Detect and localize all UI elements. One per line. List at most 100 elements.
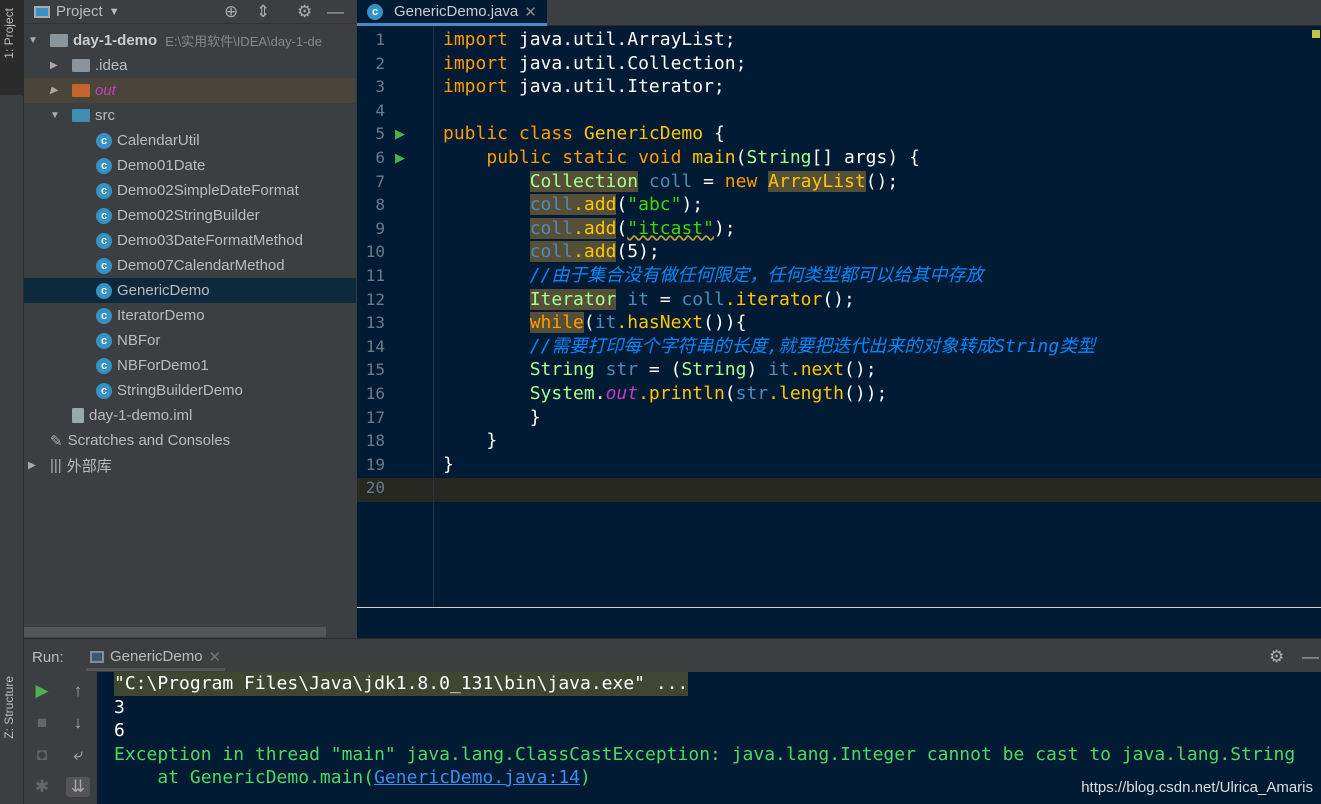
line-number: 7 (375, 171, 385, 191)
editor[interactable]: c GenericDemo.java ✕ ▶ ▶ 1 import java.ut… (357, 0, 1321, 638)
close-tab-icon[interactable]: ✕ (524, 3, 537, 21)
tree-item[interactable]: ✎ Scratches and Consoles (24, 428, 356, 453)
horizontal-scrollbar[interactable] (24, 627, 326, 637)
code-token: import (443, 29, 519, 50)
line-number: 10 (365, 242, 385, 262)
watermark: https://blog.csdn.net/Ulrica_Amaris (1081, 779, 1313, 796)
run-gutter-icon[interactable]: ▶ (395, 126, 405, 142)
locate-icon[interactable]: ⊕ (224, 2, 238, 22)
collapsed-arrow-icon[interactable]: ▶ (28, 460, 40, 471)
expanded-arrow-icon[interactable]: ▼ (50, 110, 62, 121)
dropdown-icon[interactable]: ▼ (109, 6, 120, 18)
code-line[interactable]: while(it.hasNext()){ (443, 311, 746, 335)
gear-icon[interactable]: ⚙ (1269, 647, 1284, 667)
code-token: .add (573, 194, 617, 216)
tree-item[interactable]: ▶ out (24, 78, 356, 103)
debug-icon[interactable]: ✱ (30, 777, 54, 797)
code-token: coll (638, 170, 693, 192)
tree-item[interactable]: c Demo07CalendarMethod (24, 253, 356, 278)
tree-item[interactable]: ▶ ||| 外部库 (24, 453, 356, 478)
tree-item[interactable]: c CalendarUtil (24, 128, 356, 153)
tree-item[interactable]: c Demo02SimpleDateFormat (24, 178, 356, 203)
code-line[interactable]: public static void main(String[] args) { (443, 146, 920, 170)
folder-icon (72, 84, 90, 97)
stop-icon[interactable]: ■ (30, 713, 54, 733)
code-line[interactable]: import java.util.ArrayList; (443, 28, 736, 52)
structure-tool-tab[interactable]: Z: Structure (2, 676, 16, 739)
gear-icon[interactable]: ⚙ (297, 2, 312, 22)
java-class-icon: c (96, 132, 112, 149)
tree-item[interactable]: c NBFor (24, 328, 356, 353)
line-number: 16 (365, 384, 385, 403)
source-link[interactable]: GenericDemo.java:14 (374, 767, 580, 788)
close-run-tab-icon[interactable]: ✕ (209, 648, 222, 666)
tree-item[interactable]: ▶ .idea (24, 53, 356, 78)
line-number: 14 (365, 336, 385, 356)
soft-wrap-icon[interactable]: ⤶ (66, 745, 90, 765)
code-line[interactable]: String str = (String) it.next(); (443, 358, 877, 382)
code-token: .length (768, 383, 845, 404)
line-number: 5 (375, 124, 385, 144)
project-view-selector[interactable]: Project (56, 3, 103, 20)
tree-item[interactable]: ▼ src (24, 103, 356, 128)
code-token: . (594, 383, 606, 404)
line-number: 4 (375, 100, 385, 120)
code-line[interactable]: } (443, 429, 497, 453)
tree-item[interactable]: c NBForDemo1 (24, 353, 356, 378)
tree-item[interactable]: ▼ day-1-demo E:\实用软件\IDEA\day-1-de (24, 28, 356, 53)
scroll-to-end-icon[interactable]: ⇊ (66, 777, 90, 797)
tree-item[interactable]: c Demo01Date (24, 153, 356, 178)
hide-icon[interactable]: — (327, 2, 344, 22)
tree-item[interactable]: c Demo02StringBuilder (24, 203, 356, 228)
code-line[interactable]: Collection coll = new ArrayList(); (443, 170, 898, 194)
code-line[interactable]: import java.util.Iterator; (443, 75, 725, 99)
code-token: ()); (844, 383, 888, 404)
code-line[interactable]: } (443, 406, 541, 430)
project-tool-tab[interactable]: 1: Project (2, 8, 16, 59)
code-line[interactable]: import java.util.Collection; (443, 52, 746, 76)
console-line: Exception in thread "main" java.lang.Cla… (114, 743, 1296, 765)
current-line-highlight (357, 478, 1321, 502)
code-token: .next (789, 359, 845, 381)
tree-item[interactable]: c GenericDemo (24, 278, 356, 303)
up-arrow-icon[interactable]: ↑ (66, 681, 90, 701)
camera-icon[interactable]: ◘ (30, 745, 54, 765)
tree-item[interactable]: day-1-demo.iml (24, 403, 356, 428)
code-line[interactable]: //需要打印每个字符串的长度,就要把迭代出来的对象转成String类型 (443, 335, 1096, 359)
collapsed-arrow-icon[interactable]: ▶ (50, 85, 62, 96)
console-icon (90, 650, 104, 663)
code-line[interactable]: public class GenericDemo { (443, 122, 725, 146)
tree-item[interactable]: c IteratorDemo (24, 303, 356, 328)
line-number: 17 (365, 407, 385, 427)
code-token: //由于集合没有做任何限定，任何类型都可以给其中存放 (529, 265, 984, 286)
code-line[interactable]: coll.add("abc"); (443, 193, 703, 217)
rerun-icon[interactable]: ▶ (30, 681, 54, 701)
down-arrow-icon[interactable]: ↓ (66, 713, 90, 733)
code-line[interactable]: System.out.println(str.length()); (443, 382, 888, 406)
run-gutter-icon[interactable]: ▶ (395, 150, 405, 166)
tree-item-label: day-1-demo.iml (89, 407, 193, 424)
code-token: { (713, 123, 725, 145)
run-tab[interactable]: GenericDemo ✕ (86, 645, 226, 671)
tab-generic-demo[interactable]: c GenericDemo.java ✕ (357, 0, 547, 26)
inspection-indicator[interactable] (1312, 30, 1320, 38)
code-line[interactable]: Iterator it = coll.iterator(); (443, 288, 855, 312)
code-line[interactable]: } (443, 453, 454, 477)
code-token: ( (616, 194, 628, 216)
collapsed-arrow-icon[interactable]: ▶ (50, 60, 62, 71)
code-line[interactable]: coll.add(5); (443, 240, 660, 264)
code-token: str (735, 383, 769, 404)
tree-item[interactable]: c Demo03DateFormatMethod (24, 228, 356, 253)
expanded-arrow-icon[interactable]: ▼ (28, 35, 40, 46)
code-line[interactable]: coll.add("itcast"); (443, 217, 736, 241)
code-token: ); (713, 217, 736, 239)
collapse-all-icon[interactable]: ⇕ (256, 2, 270, 22)
code-token: java.util.Iterator; (518, 76, 725, 98)
project-panel-header: Project ▼ ⊕ ⇕ ⚙ — (24, 0, 356, 24)
code-line[interactable]: //由于集合没有做任何限定，任何类型都可以给其中存放 (443, 264, 984, 288)
tree-item-label: NBForDemo1 (117, 357, 209, 374)
tree-item[interactable]: c StringBuilderDemo (24, 378, 356, 403)
hide-icon[interactable]: — (1302, 647, 1319, 667)
